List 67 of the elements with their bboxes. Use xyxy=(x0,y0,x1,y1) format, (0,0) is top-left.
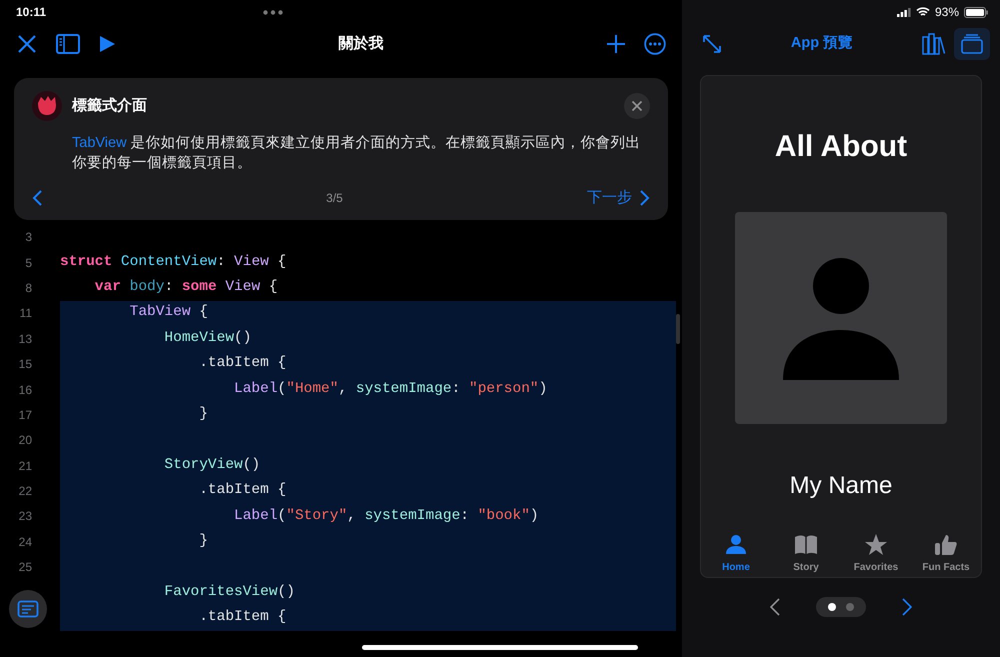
code-line: TabView { xyxy=(128,303,208,322)
code-line: .tabItem { xyxy=(198,608,286,628)
person-placeholder-icon xyxy=(735,212,947,424)
more-dots-icon xyxy=(263,10,284,14)
line-number: 17 xyxy=(18,406,32,424)
line-number: 24 xyxy=(18,534,32,551)
line-number: 23 xyxy=(18,508,32,526)
battery-icon xyxy=(964,6,988,18)
preview-title: App 預覽 xyxy=(790,34,854,54)
code-line: Label("Home", systemImage: "person") xyxy=(233,380,548,399)
line-number: 8 xyxy=(24,280,32,297)
person-icon xyxy=(724,533,748,557)
code-line: var body: some View { xyxy=(94,278,278,298)
line-number: 15 xyxy=(18,356,32,374)
tab-bar-item[interactable]: Story xyxy=(771,533,841,575)
line-number: 22 xyxy=(18,483,32,500)
next-step-button[interactable]: 下一步 xyxy=(587,187,650,210)
line-number: 3 xyxy=(24,229,32,246)
preview-heading: All About xyxy=(774,129,908,165)
tab-bar-item[interactable]: Fun Facts xyxy=(911,533,981,575)
avatar-icon xyxy=(32,91,62,121)
status-time: 10:11 xyxy=(16,4,46,21)
forward-chevron-icon[interactable] xyxy=(902,598,912,616)
line-number: 16 xyxy=(18,382,32,399)
back-chevron-icon[interactable] xyxy=(770,598,780,616)
close-icon[interactable] xyxy=(624,93,650,119)
card-title: 標籤式介面 xyxy=(72,96,148,116)
sidebar-icon[interactable] xyxy=(56,34,80,54)
library-icon[interactable] xyxy=(922,33,946,55)
line-number: 21 xyxy=(18,458,32,475)
window-stack-icon xyxy=(961,34,983,54)
wifi-icon xyxy=(916,7,930,17)
line-number: 11 xyxy=(18,305,32,322)
more-icon[interactable] xyxy=(644,33,666,55)
code-line: struct ContentView: View { xyxy=(60,252,286,272)
line-number: 13 xyxy=(18,330,32,348)
back-chevron-icon[interactable] xyxy=(32,190,42,206)
editor-title: 關於我 xyxy=(338,34,384,54)
code-line: } xyxy=(198,405,208,424)
code-line: Label("Story", systemImage: "book") xyxy=(233,506,539,526)
code-line: .tabItem { xyxy=(198,354,286,374)
notes-icon[interactable] xyxy=(9,590,47,628)
close-icon[interactable] xyxy=(16,33,38,55)
page-indicator[interactable] xyxy=(816,597,866,617)
card-description: TabView 是你如何使用標籤頁來建立使用者介面的方式。在標籤頁顯示區內，你會列出你要的每一個標籤頁項目。 xyxy=(72,134,642,173)
line-number: 5 xyxy=(24,254,32,272)
profile-name: My Name xyxy=(790,471,892,501)
add-icon[interactable] xyxy=(606,34,626,54)
battery-percent: 93% xyxy=(934,4,959,21)
code-line: HomeView() xyxy=(163,328,252,348)
page-counter: 3/5 xyxy=(326,190,343,208)
code-line: .tabItem { xyxy=(198,481,286,500)
code-line: } xyxy=(198,532,208,551)
window-toggle-button[interactable] xyxy=(954,28,990,60)
code-line: FavoritesView() xyxy=(163,582,295,602)
signal-icon xyxy=(896,8,911,16)
book-icon xyxy=(794,533,818,557)
tab-bar-item[interactable]: Favorites xyxy=(841,533,911,575)
line-number: 25 xyxy=(18,559,32,576)
tab-bar-item[interactable]: Home xyxy=(701,533,771,575)
line-number: 20 xyxy=(18,432,32,450)
expand-icon[interactable] xyxy=(702,34,722,54)
chevron-icon xyxy=(640,190,650,206)
code-line: StoryView() xyxy=(163,456,260,475)
star-icon xyxy=(864,533,888,557)
thumbs-up-icon xyxy=(934,533,958,557)
play-icon[interactable] xyxy=(98,35,116,53)
